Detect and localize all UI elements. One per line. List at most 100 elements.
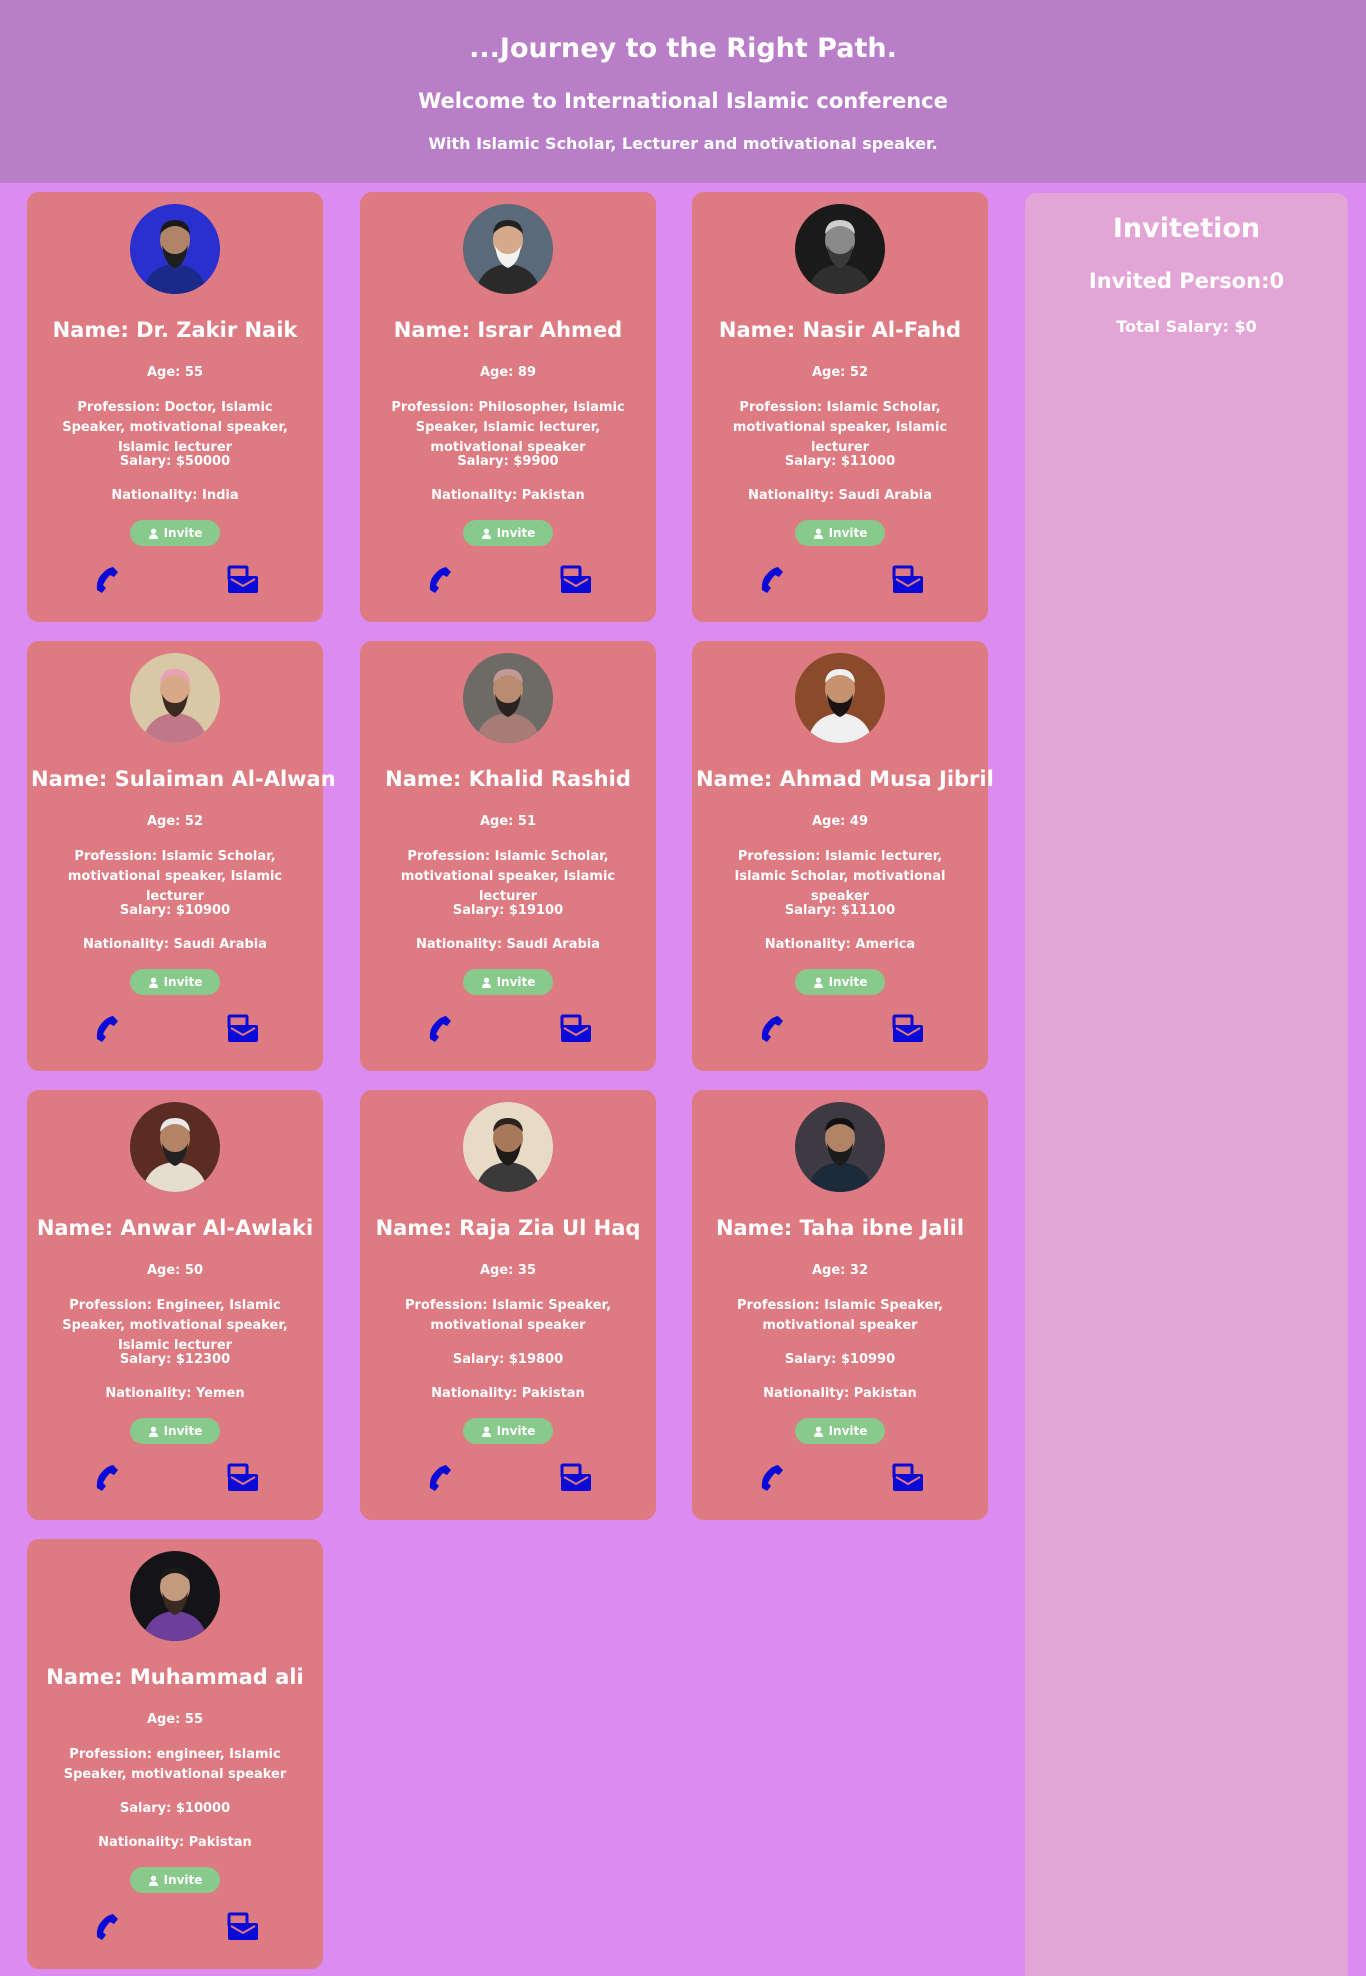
invite-button[interactable]: Invite [795,520,885,546]
invite-button[interactable]: Invite [795,1418,885,1444]
speaker-nationality: Nationality: Pakistan [431,488,585,503]
invited-person-count: Invited Person:0 [1088,269,1285,293]
speaker-salary: Salary: $10990 [784,1352,896,1367]
speaker-age: Age: 55 [147,365,203,380]
speaker-age: Age: 52 [147,814,203,829]
speaker-photo [795,204,885,294]
speaker-salary: Salary: $19800 [452,1352,564,1367]
speaker-salary: Salary: $11000 [784,454,896,469]
speaker-age: Age: 50 [147,1263,203,1278]
speaker-name: Name: Taha ibne Jalil [715,1216,965,1240]
mail-icon[interactable] [559,564,593,600]
speaker-name: Name: Sulaiman Al-Alwan [31,767,336,791]
speaker-salary: Salary: $12300 [119,1352,231,1367]
mail-icon[interactable] [226,564,260,600]
speaker-name: Name: Muhammad ali [46,1665,304,1689]
speaker-nationality: Nationality: Saudi Arabia [747,488,933,503]
speaker-nationality: Nationality: Pakistan [98,1835,252,1850]
speaker-name: Name: Raja Zia Ul Haq [375,1216,641,1240]
mail-icon[interactable] [226,1911,260,1947]
mail-icon[interactable] [226,1462,260,1498]
speaker-salary: Salary: $50000 [119,454,231,469]
speaker-name: Name: Israr Ahmed [393,318,623,342]
speaker-card: Name: Ahmad Musa Jibril Age: 49 Profession… [692,641,994,1071]
speaker-nationality: Nationality: Pakistan [763,1386,917,1401]
mail-icon[interactable] [891,564,925,600]
user-icon [481,1426,492,1437]
invite-button[interactable]: Invite [130,969,220,995]
speaker-photo [130,653,220,743]
total-salary: Total Salary: $0 [1116,317,1257,336]
phone-icon[interactable] [756,1013,788,1049]
welcome-heading: Welcome to International Islamic confere… [418,89,948,113]
speaker-name: Name: Anwar Al-Awlaki [36,1216,314,1240]
mail-icon[interactable] [226,1013,260,1049]
user-icon [148,1426,159,1437]
phone-icon[interactable] [424,1013,456,1049]
invitation-title: Invitetion [1112,213,1261,244]
speaker-card: Name: Dr. Zakir Naik Age: 55 Profession: D… [27,192,323,622]
invite-button[interactable]: Invite [130,1867,220,1893]
speaker-nationality: Nationality: Saudi Arabia [415,937,601,952]
speaker-photo [795,1102,885,1192]
speaker-profession: Profession: Doctor, Islamic Speaker, mot… [62,400,288,455]
phone-icon[interactable] [756,1462,788,1498]
speaker-nationality: Nationality: Yemen [105,1386,245,1401]
phone-icon[interactable] [91,1462,123,1498]
mail-icon[interactable] [559,1462,593,1498]
phone-icon[interactable] [424,564,456,600]
invite-label: Invite [163,526,203,540]
speaker-name: Name: Nasir Al-Fahd [718,318,962,342]
speaker-card: Name: Raja Zia Ul Haq Age: 35 Profession: … [360,1090,656,1520]
speaker-name: Name: Ahmad Musa Jibril [696,767,994,791]
speaker-card: Name: Taha ibne Jalil Age: 32 Profession: … [692,1090,988,1520]
phone-icon[interactable] [756,564,788,600]
phone-icon[interactable] [91,564,123,600]
speaker-photo [463,204,553,294]
invite-button[interactable]: Invite [463,1418,553,1444]
mail-icon[interactable] [891,1013,925,1049]
invite-label: Invite [828,526,868,540]
phone-icon[interactable] [91,1013,123,1049]
speaker-salary: Salary: $10000 [119,1801,231,1816]
invite-button[interactable]: Invite [463,969,553,995]
invite-button[interactable]: Invite [130,1418,220,1444]
speaker-card: Name: Nasir Al-Fahd Age: 52 Profession: Is… [692,192,988,622]
invite-label: Invite [828,1424,868,1438]
speaker-photo [130,204,220,294]
speaker-name: Name: Khalid Rashid [385,767,631,791]
speaker-age: Age: 32 [812,1263,868,1278]
user-icon [148,977,159,988]
invite-label: Invite [163,1424,203,1438]
invitation-panel: Invitetion Invited Person:0 Total Salary… [1025,193,1348,1976]
user-icon [148,528,159,539]
phone-icon[interactable] [424,1462,456,1498]
speaker-nationality: Nationality: Saudi Arabia [82,937,268,952]
speaker-name: Name: Dr. Zakir Naik [52,318,298,342]
phone-icon[interactable] [91,1911,123,1947]
speaker-photo [130,1551,220,1641]
speaker-profession: Profession: Islamic Scholar, motivationa… [67,849,283,904]
invite-button[interactable]: Invite [130,520,220,546]
invite-button[interactable]: Invite [795,969,885,995]
user-icon [813,528,824,539]
invite-label: Invite [163,1873,203,1887]
invite-button[interactable]: Invite [463,520,553,546]
page-header: ...Journey to the Right Path. Welcome to… [0,0,1366,183]
user-icon [148,1875,159,1886]
invite-label: Invite [163,975,203,989]
speaker-salary: Salary: $19100 [452,903,564,918]
speaker-profession: Profession: Islamic Scholar, motivationa… [732,400,948,455]
invite-label: Invite [828,975,868,989]
mail-icon[interactable] [891,1462,925,1498]
speaker-card: Name: Anwar Al-Awlaki Age: 50 Profession: … [27,1090,323,1520]
speaker-profession: Profession: Engineer, Islamic Speaker, m… [62,1298,288,1353]
tagline: ...Journey to the Right Path. [469,33,897,64]
invite-label: Invite [496,1424,536,1438]
user-icon [481,977,492,988]
speaker-salary: Salary: $11100 [784,903,896,918]
mail-icon[interactable] [559,1013,593,1049]
speaker-photo [130,1102,220,1192]
speaker-age: Age: 35 [480,1263,536,1278]
speaker-photo [463,1102,553,1192]
